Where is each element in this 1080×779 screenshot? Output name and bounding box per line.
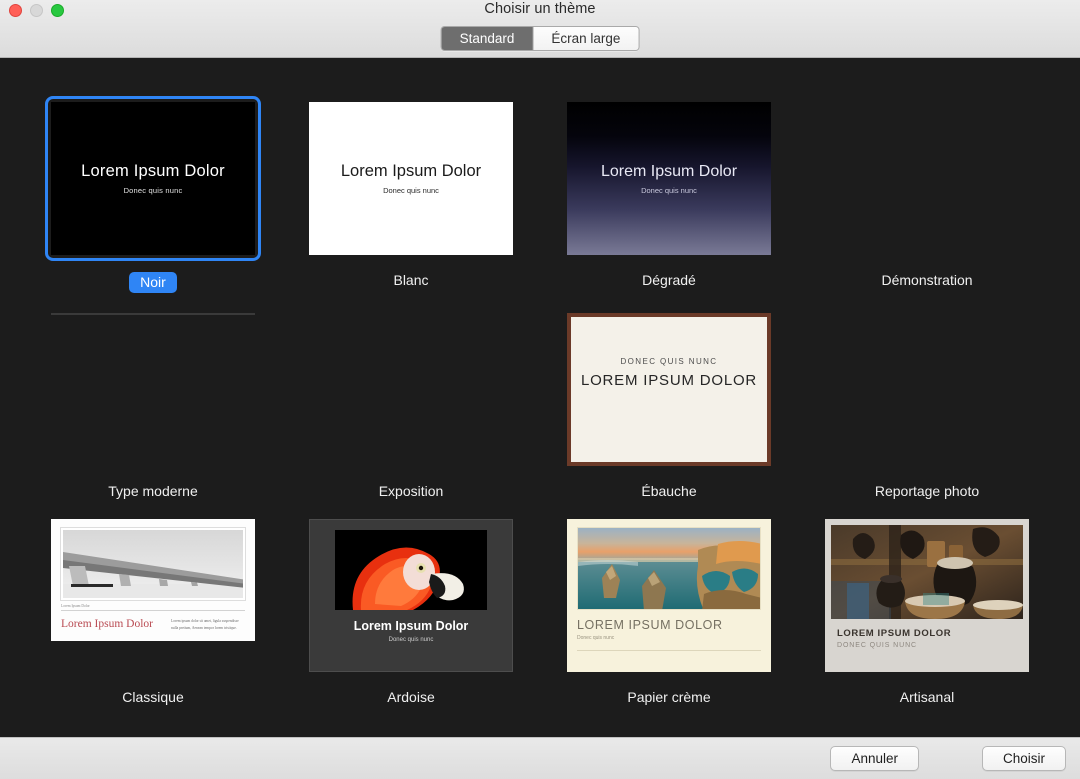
theme-name-papier-creme: Papier crème bbox=[567, 689, 771, 705]
theme-name-blanc: Blanc bbox=[309, 272, 513, 288]
theme-thumbnail-wrap[interactable]: Lorem Ipsum Dolor Donec quis nunc bbox=[309, 519, 513, 672]
seascape-image bbox=[577, 527, 761, 610]
divider bbox=[61, 610, 245, 611]
theme-name-artisanal: Artisanal bbox=[825, 689, 1029, 705]
theme-card-blanc[interactable]: Lorem Ipsum Dolor Donec quis nunc Blanc bbox=[309, 102, 513, 293]
divider bbox=[577, 650, 761, 651]
preview-title: LOREM IPSUM DOLOR bbox=[837, 628, 1023, 639]
theme-thumbnail-wrap[interactable]: DONEC QUIS NUNC LOREM IPSUM DOLOR bbox=[567, 313, 771, 466]
preview-title: Lorem Ipsum Dolor bbox=[341, 162, 481, 181]
tab-standard[interactable]: Standard bbox=[442, 27, 534, 50]
theme-thumbnail-wrap[interactable]: Lorem Ipsum Dolor Donec quis nunc bbox=[567, 102, 771, 255]
preview-title: Lorem Ipsum Dolor bbox=[61, 618, 153, 630]
theme-thumbnail-wrap[interactable]: Lorem Ipsum Dolor Lorem Ipsum Dolor Lore… bbox=[51, 519, 255, 672]
theme-name-noir: Noir bbox=[129, 272, 177, 293]
theme-preview-ebauche[interactable]: DONEC QUIS NUNC LOREM IPSUM DOLOR bbox=[567, 313, 771, 466]
theme-name-ardoise: Ardoise bbox=[309, 689, 513, 705]
theme-card-papier-creme[interactable]: LOREM IPSUM DOLOR Donec quis nunc Papier… bbox=[567, 519, 771, 705]
theme-name-type-moderne: Type moderne bbox=[51, 483, 255, 499]
tab-ecran-large[interactable]: Écran large bbox=[533, 27, 638, 50]
preview-subtitle: DONEC QUIS NUNC bbox=[620, 357, 717, 366]
theme-thumbnail-wrap[interactable]: LOREM IPSUM DOLOR Donec quis nunc bbox=[825, 102, 1029, 255]
preview-text: Lorem Ipsum Dolor Lorem ipsum dolor sit … bbox=[61, 618, 245, 632]
theme-card-degrade[interactable]: Lorem Ipsum Dolor Donec quis nunc Dégrad… bbox=[567, 102, 771, 293]
preview-subtitle: Donec quis nunc bbox=[641, 186, 697, 195]
preview-title: Lorem Ipsum Dolor bbox=[354, 619, 469, 633]
theme-card-exposition[interactable]: LOREM IPSUM DOLOR Donec quis nunc Exposi… bbox=[309, 313, 513, 499]
preview-subtitle: Donec quis nunc bbox=[383, 186, 439, 195]
dialog-footer: Annuler Choisir bbox=[0, 737, 1080, 779]
preview-title: LOREM IPSUM DOLOR bbox=[581, 372, 757, 389]
preview-title: Lorem Ipsum Dolor bbox=[81, 162, 225, 181]
theme-thumbnail-wrap[interactable]: LOREM IPSUM DOLOR Donec quis nunc bbox=[567, 519, 771, 672]
theme-name-degrade: Dégradé bbox=[567, 272, 771, 288]
preview-subtitle: Donec quis nunc bbox=[124, 186, 183, 195]
theme-card-artisanal[interactable]: LOREM IPSUM DOLOR DONEC QUIS NUNC Artisa… bbox=[825, 519, 1029, 705]
cancel-button[interactable]: Annuler bbox=[830, 746, 919, 771]
theme-name-exposition: Exposition bbox=[309, 483, 513, 499]
theme-card-type-moderne[interactable]: DONEC QUIS NUNC LOREM IPSUM Type moderne bbox=[51, 313, 255, 499]
preview-page: DONEC QUIS NUNC LOREM IPSUM DOLOR bbox=[571, 317, 767, 462]
theme-card-ebauche[interactable]: DONEC QUIS NUNC LOREM IPSUM DOLOR Ébauch… bbox=[567, 313, 771, 499]
theme-card-ardoise[interactable]: Lorem Ipsum Dolor Donec quis nunc Ardois… bbox=[309, 519, 513, 705]
theme-preview-type-moderne[interactable]: DONEC QUIS NUNC LOREM IPSUM bbox=[51, 313, 255, 315]
theme-thumbnail-wrap[interactable]: Lorem Ipsum Dolor Donec quis nunc bbox=[51, 102, 255, 255]
theme-thumbnail-wrap[interactable]: LOREM IPSUM DOLOR DONEC QUIS NUNC bbox=[825, 519, 1029, 672]
theme-card-classique[interactable]: Lorem Ipsum Dolor Lorem Ipsum Dolor Lore… bbox=[51, 519, 255, 705]
theme-gallery[interactable]: Lorem Ipsum Dolor Donec quis nunc Noir L… bbox=[0, 58, 1080, 737]
theme-name-classique: Classique bbox=[51, 689, 255, 705]
theme-thumbnail-wrap[interactable]: Lorem Ipsum Dolor Donec quis nunc bbox=[309, 102, 513, 255]
preview-subtitle: Donec quis nunc bbox=[389, 637, 434, 643]
theme-thumbnail-wrap[interactable]: DONEC QUIS NUNC LOREM IPSUM DOLOR bbox=[825, 313, 1029, 466]
theme-caption: Noir bbox=[51, 272, 255, 293]
preview-title: LOREM IPSUM DOLOR bbox=[577, 618, 761, 632]
window-titlebar: Choisir un thème Standard Écran large bbox=[0, 0, 1080, 58]
theme-preview-blanc[interactable]: Lorem Ipsum Dolor Donec quis nunc bbox=[309, 102, 513, 255]
theme-name-reportage-photo: Reportage photo bbox=[825, 483, 1029, 499]
theme-preview-artisanal[interactable]: LOREM IPSUM DOLOR DONEC QUIS NUNC bbox=[825, 519, 1029, 672]
theme-preview-classique[interactable]: Lorem Ipsum Dolor Lorem Ipsum Dolor Lore… bbox=[51, 519, 255, 641]
theme-preview-noir[interactable]: Lorem Ipsum Dolor Donec quis nunc bbox=[51, 102, 255, 255]
bridge-image bbox=[61, 528, 245, 600]
preview-credit: Lorem Ipsum Dolor bbox=[61, 604, 245, 608]
preview-body: Lorem ipsum dolor sit amet, ligula suspe… bbox=[171, 618, 245, 632]
window-title: Choisir un thème bbox=[0, 1, 1080, 17]
theme-grid: Lorem Ipsum Dolor Donec quis nunc Noir L… bbox=[0, 58, 1080, 705]
theme-card-noir[interactable]: Lorem Ipsum Dolor Donec quis nunc Noir bbox=[51, 102, 255, 293]
theme-name-ebauche: Ébauche bbox=[567, 483, 771, 499]
theme-preview-papier-creme[interactable]: LOREM IPSUM DOLOR Donec quis nunc bbox=[567, 519, 771, 672]
preview-subtitle: DONEC QUIS NUNC bbox=[837, 642, 1023, 649]
theme-thumbnail-wrap[interactable]: LOREM IPSUM DOLOR Donec quis nunc bbox=[309, 313, 513, 466]
preview-title: Lorem Ipsum Dolor bbox=[601, 163, 737, 181]
preview-subtitle: Donec quis nunc bbox=[577, 635, 761, 641]
theme-preview-degrade[interactable]: Lorem Ipsum Dolor Donec quis nunc bbox=[567, 102, 771, 255]
theme-card-demonstration[interactable]: LOREM IPSUM DOLOR Donec quis nunc Démons… bbox=[825, 102, 1029, 293]
theme-name-demonstration: Démonstration bbox=[825, 272, 1029, 288]
theme-thumbnail-wrap[interactable]: DONEC QUIS NUNC LOREM IPSUM bbox=[51, 313, 255, 466]
choose-button[interactable]: Choisir bbox=[982, 746, 1066, 771]
pottery-image bbox=[831, 525, 1023, 619]
preview-page: Lorem Ipsum Dolor Donec quis nunc bbox=[317, 527, 505, 664]
theme-card-reportage-photo[interactable]: DONEC QUIS NUNC LOREM IPSUM DOLOR Report… bbox=[825, 313, 1029, 499]
theme-preview-ardoise[interactable]: Lorem Ipsum Dolor Donec quis nunc bbox=[309, 519, 513, 672]
parrot-image bbox=[335, 530, 487, 610]
aspect-ratio-segmented-control[interactable]: Standard Écran large bbox=[441, 26, 640, 51]
